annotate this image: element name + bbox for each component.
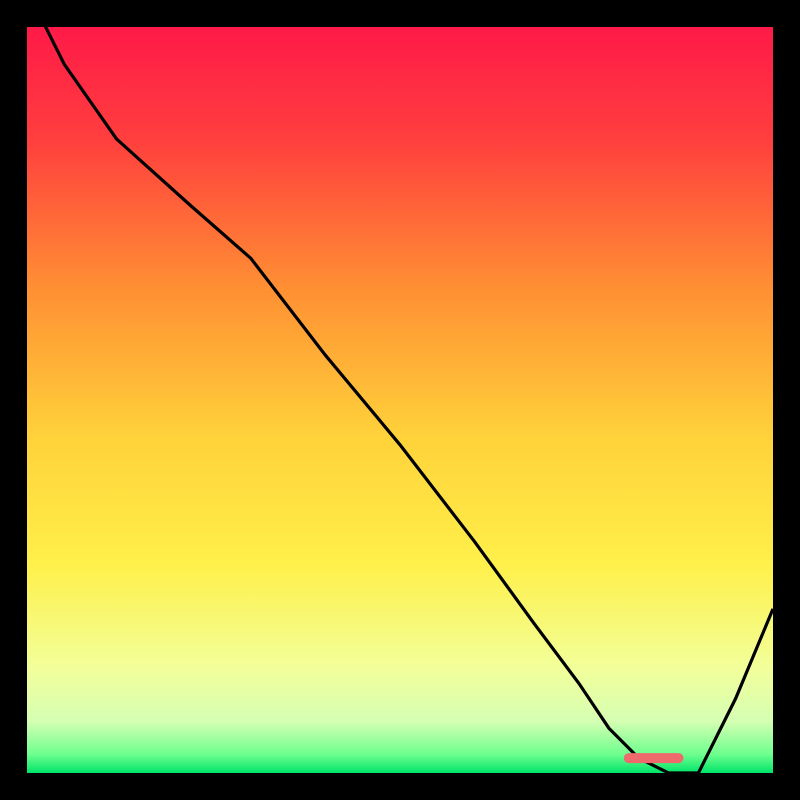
chart-stage: TheBottleneck.com [0, 0, 800, 800]
optimal-marker [624, 753, 684, 763]
bottleneck-chart [0, 0, 800, 800]
heat-gradient [27, 27, 773, 773]
